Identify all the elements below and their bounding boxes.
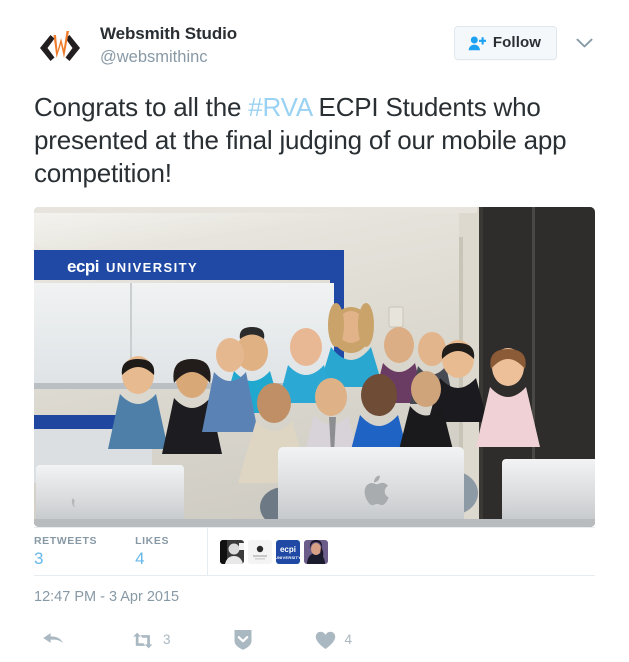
avatar-thumb-3[interactable]: ecpi UNIVERSITY <box>276 539 301 564</box>
retweet-count: 3 <box>163 632 171 647</box>
follow-person-plus-icon <box>468 36 486 50</box>
tweet-text: Congrats to all the #RVA ECPI Students w… <box>34 91 595 190</box>
tweet-actions-caret-button[interactable] <box>573 32 595 54</box>
follow-button[interactable]: Follow <box>453 26 557 60</box>
avatar[interactable] <box>34 22 86 74</box>
tweet-header: Websmith Studio @websmithinc Follow <box>34 0 595 78</box>
avatar-thumb-4-image <box>304 539 329 564</box>
retweets-stat-value: 3 <box>34 548 44 568</box>
tweet-photo[interactable]: ecpi UNIVERSITY <box>34 207 595 527</box>
stats-vertical-divider <box>207 528 209 575</box>
websmith-logo-angle-bracket-w-icon <box>40 31 80 61</box>
avatar-thumb-2-image <box>248 539 273 564</box>
more-shield-chevron-icon <box>234 630 252 650</box>
heart-icon <box>315 631 335 649</box>
svg-text:ecpi: ecpi <box>280 545 296 554</box>
facepile: ecpi UNIVERSITY <box>220 539 329 564</box>
reply-button[interactable] <box>42 631 64 649</box>
follow-area: Follow <box>453 22 595 60</box>
likes-stat-value: 4 <box>135 548 145 568</box>
avatar-thumb-1-image <box>220 539 245 564</box>
retweets-stat-label: RETWEETS <box>34 534 98 547</box>
like-button[interactable]: 4 <box>315 631 353 650</box>
svg-text:UNIVERSITY: UNIVERSITY <box>276 555 300 560</box>
avatar-thumb-2[interactable] <box>248 539 273 564</box>
tweet-actions-row: 3 4 <box>34 618 595 662</box>
tweet-photo-image: ecpi UNIVERSITY <box>34 207 595 527</box>
tweet-text-part-1: Congrats to all the <box>34 92 249 122</box>
retweet-icon <box>133 632 153 648</box>
tweet-timestamp[interactable]: 12:47 PM - 3 Apr 2015 <box>34 589 179 605</box>
stats-row: RETWEETS 3 LIKES 4 ecpi UNIVERSITY <box>34 528 595 575</box>
chevron-down-icon <box>575 38 593 47</box>
reply-arrow-icon <box>43 633 63 644</box>
avatar-thumb-4[interactable] <box>304 539 329 564</box>
like-count: 4 <box>344 632 353 647</box>
stat-group: RETWEETS 3 LIKES 4 <box>34 528 207 575</box>
author-name-block: Websmith Studio @websmithinc <box>100 22 454 68</box>
avatar-thumb-3-ecpi-logo-image: ecpi UNIVERSITY <box>276 539 301 564</box>
timestamp-row: 12:47 PM - 3 Apr 2015 <box>34 576 595 618</box>
follow-button-label: Follow <box>492 34 541 51</box>
avatar-thumb-1[interactable] <box>220 539 245 564</box>
svg-text:UNIVERSITY: UNIVERSITY <box>106 260 198 275</box>
author-display-name[interactable]: Websmith Studio <box>100 23 454 45</box>
author-handle[interactable]: @websmithinc <box>100 46 454 68</box>
tweet-card: Websmith Studio @websmithinc Follow Cong… <box>0 0 629 659</box>
svg-text:ecpi: ecpi <box>67 257 99 276</box>
hashtag-link-rva[interactable]: #RVA <box>248 92 311 122</box>
likes-stat[interactable]: LIKES 4 <box>135 535 169 569</box>
retweet-button[interactable]: 3 <box>132 632 171 649</box>
retweets-stat[interactable]: RETWEETS 3 <box>34 535 97 569</box>
likes-stat-label: LIKES <box>135 534 170 547</box>
more-button[interactable] <box>233 629 253 651</box>
